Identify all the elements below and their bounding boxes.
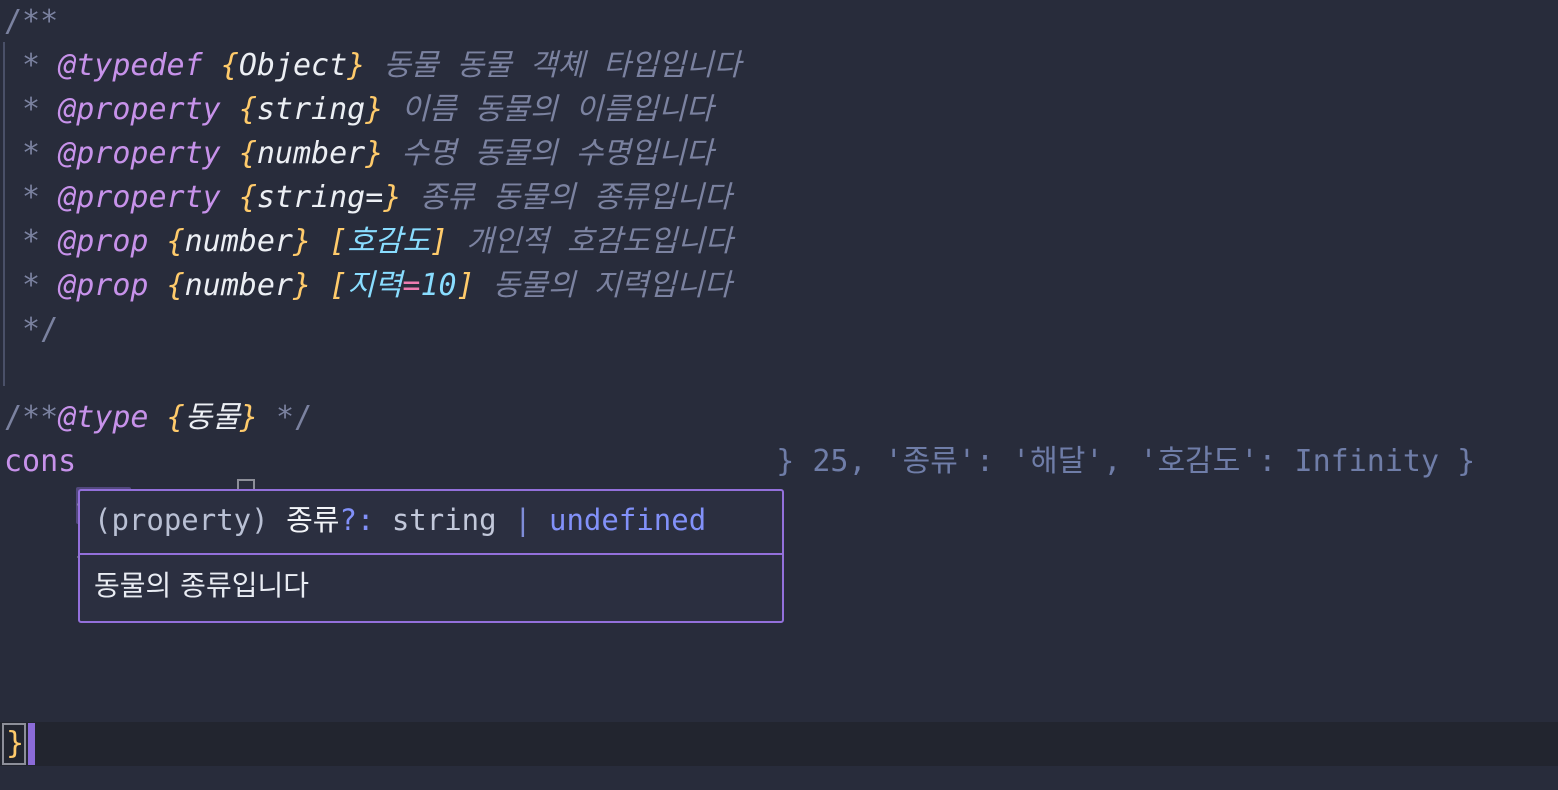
jsdoc-brace-close: }: [365, 136, 384, 171]
jsdoc-type: string: [256, 92, 366, 127]
jsdoc-brace-open: {: [238, 92, 257, 127]
jsdoc-brace-close: }: [293, 268, 312, 303]
code-editor[interactable]: /** * @typedef {Object} 동물 동물 객체 타입입니다 *…: [0, 0, 1558, 790]
jsdoc-tag-prop: @prop: [58, 268, 149, 303]
jsdoc-name: 이름: [401, 92, 457, 127]
jsdoc-description: 동물의 지력입니다: [492, 268, 732, 303]
text-caret: [28, 723, 35, 765]
code-line-jsdoc-close[interactable]: */: [0, 308, 1558, 352]
type-tag: @type: [58, 400, 149, 435]
jsdoc-brace-close: }: [347, 48, 366, 83]
tooltip-optional-marker: ?:: [339, 503, 375, 537]
jsdoc-type: Object: [238, 48, 348, 83]
jsdoc-brace-open: {: [166, 224, 185, 259]
jsdoc-description: 개인적 호감도입니다: [466, 224, 733, 259]
jsdoc-brace-close: }: [365, 92, 384, 127]
jsdoc-star: *: [4, 268, 59, 303]
jsdoc-star: *: [4, 48, 59, 83]
jsdoc-tag-property: @property: [58, 136, 221, 171]
jsdoc-type: number: [256, 136, 366, 171]
inline-ghost-value: } 25, '종류': '해달', '호감도': Infinity }: [776, 444, 1476, 479]
jsdoc-default-value: 10: [420, 268, 457, 303]
jsdoc-tag-typedef: @typedef: [58, 48, 203, 83]
jsdoc-name: 수명: [401, 136, 457, 171]
jsdoc-name: 동물: [383, 48, 439, 83]
jsdoc-tag-prop: @prop: [58, 224, 149, 259]
code-line-type-annotation[interactable]: /**@type {동물} */: [0, 396, 1558, 440]
type-comment-open: /**: [4, 400, 59, 435]
jsdoc-brace-close: }: [383, 180, 402, 215]
tooltip-type-primary: string: [391, 503, 497, 537]
tooltip-property-name: 종류: [286, 503, 340, 537]
jsdoc-description: 동물 객체 타입입니다: [456, 48, 742, 83]
jsdoc-star: *: [4, 224, 59, 259]
jsdoc-brace-open: {: [238, 180, 257, 215]
jsdoc-bracket-close: ]: [430, 224, 449, 259]
code-line-property-lifespan[interactable]: * @property {number} 수명 동물의 수명입니다: [0, 132, 1558, 176]
jsdoc-brace-open: {: [166, 268, 185, 303]
jsdoc-description: 동물의 수명입니다: [474, 136, 714, 171]
jsdoc-param-name: 지력: [347, 268, 403, 303]
type-brace-close: }: [239, 400, 258, 435]
hover-tooltip[interactable]: (property) 종류?: string | undefined 동물의 종…: [78, 489, 784, 623]
jsdoc-name: 종류: [419, 180, 475, 215]
type-comment-close: */: [257, 400, 313, 435]
tooltip-union-pipe: |: [514, 503, 532, 537]
tooltip-documentation: 동물의 종류입니다: [94, 569, 309, 602]
code-line-property-name[interactable]: * @property {string} 이름 동물의 이름입니다: [0, 88, 1558, 132]
jsdoc-close-token: */: [4, 312, 59, 347]
jsdoc-brace-close: }: [293, 224, 312, 259]
tooltip-signature: (property) 종류?: string | undefined: [80, 491, 782, 553]
jsdoc-bracket-open: [: [329, 268, 348, 303]
jsdoc-default-equals: =: [402, 268, 421, 303]
tooltip-type-secondary: undefined: [549, 503, 707, 537]
jsdoc-brace-open: {: [238, 136, 257, 171]
type-brace-open: {: [166, 400, 185, 435]
jsdoc-brace-open: {: [220, 48, 239, 83]
jsdoc-description: 동물의 종류입니다: [492, 180, 732, 215]
type-name: 동물: [184, 400, 240, 435]
code-line-jsdoc-open[interactable]: /**: [0, 0, 1558, 44]
jsdoc-star: *: [4, 136, 59, 171]
jsdoc-description: 동물의 이름입니다: [474, 92, 714, 127]
jsdoc-star: *: [4, 180, 59, 215]
current-line-highlight: [0, 722, 1558, 766]
jsdoc-tag-property: @property: [58, 180, 221, 215]
code-line-blank[interactable]: [0, 352, 1558, 396]
jsdoc-bracket-open: [: [329, 224, 348, 259]
code-line-const-declaration[interactable]: cons } 25, '종류': '해달', '호감도': Infinity }: [0, 440, 1558, 484]
code-line-property-species[interactable]: * @property {string=} 종류 동물의 종류입니다: [0, 176, 1558, 220]
editor-bottom-area: [0, 766, 1558, 790]
jsdoc-tag-property: @property: [58, 92, 221, 127]
jsdoc-star: *: [4, 92, 59, 127]
bracket-match-highlight: }: [2, 723, 26, 765]
const-keyword-visible: cons: [4, 444, 77, 479]
jsdoc-bracket-close: ]: [456, 268, 475, 303]
jsdoc-open-token: /**: [4, 4, 59, 39]
closing-brace-char: }: [6, 726, 25, 761]
jsdoc-type: number: [184, 268, 293, 303]
code-line-prop-intelligence[interactable]: * @prop {number} [지력=10] 동물의 지력입니다: [0, 264, 1558, 308]
code-line-typedef[interactable]: * @typedef {Object} 동물 동물 객체 타입입니다: [0, 44, 1558, 88]
jsdoc-type: string=: [256, 180, 384, 215]
jsdoc-param-name: 호감도: [347, 224, 430, 259]
code-line-prop-affinity[interactable]: * @prop {number} [호감도] 개인적 호감도입니다: [0, 220, 1558, 264]
jsdoc-type: number: [184, 224, 293, 259]
tooltip-kind: (property): [94, 503, 269, 537]
